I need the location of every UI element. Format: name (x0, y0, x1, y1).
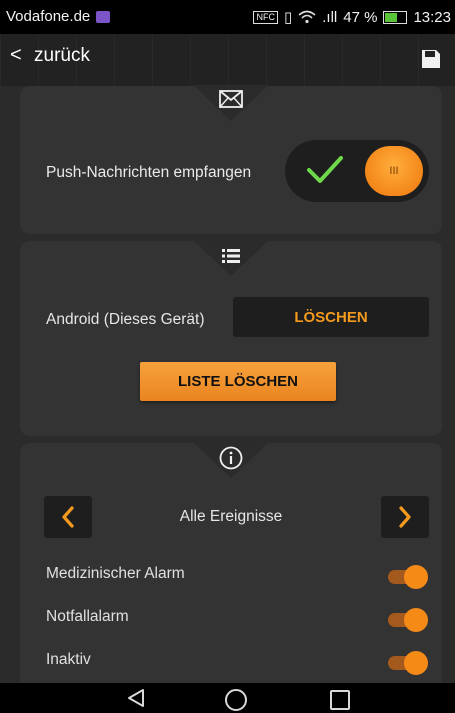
signal-icon: .ıll (322, 8, 338, 26)
event-toggle[interactable] (388, 565, 428, 589)
events-card: Alle Ereignisse Medizinischer Alarm Notf… (20, 442, 442, 683)
vibrate-icon: ▯ (283, 9, 293, 26)
status-bar: Vodafone.de NFC ▯ .ıll 47 % 13:23 (0, 0, 455, 34)
chevron-right-icon (399, 506, 411, 528)
push-card: Push-Nachrichten empfangen III (20, 85, 442, 234)
status-left: Vodafone.de (6, 8, 111, 25)
grip-icon: III (389, 165, 399, 177)
filter-label: Alle Ereignisse (179, 508, 283, 525)
envelope-icon (219, 90, 243, 108)
toggle-knob[interactable] (404, 608, 428, 632)
event-toggle[interactable] (388, 651, 428, 675)
carrier-name: Vodafone.de (6, 8, 91, 25)
notification-icon (96, 10, 111, 23)
event-row-emergency: Notfallalarm (46, 604, 428, 634)
status-right: NFC ▯ .ıll 47 % 13:23 (253, 8, 451, 26)
toggle-knob[interactable] (404, 565, 428, 589)
battery-percent: 47 % (343, 8, 378, 26)
home-circle-icon[interactable] (225, 689, 247, 711)
device-label: Android (Dieses Gerät) (46, 311, 205, 328)
recent-apps-icon[interactable] (330, 690, 350, 710)
nfc-icon: NFC (253, 10, 278, 24)
back-button[interactable]: < zurück (10, 44, 90, 67)
event-row-inactive: Inaktiv (46, 647, 428, 677)
back-triangle-icon[interactable] (127, 688, 145, 708)
info-icon (219, 446, 243, 470)
battery-icon (383, 10, 408, 24)
chevron-left-icon: < (10, 44, 22, 66)
push-toggle[interactable]: III (285, 140, 429, 202)
event-row-medical: Medizinischer Alarm (46, 561, 428, 591)
toggle-knob[interactable]: III (365, 146, 423, 196)
toggle-knob[interactable] (404, 651, 428, 675)
event-label: Medizinischer Alarm (46, 565, 185, 582)
wifi-icon (298, 10, 316, 24)
back-label: zurück (34, 44, 90, 66)
system-nav-bar (0, 683, 455, 713)
floppy-disk-icon[interactable] (421, 49, 441, 69)
event-label: Inaktiv (46, 651, 91, 668)
list-icon (222, 249, 240, 263)
checkmark-icon (307, 156, 343, 183)
next-filter-button[interactable] (381, 496, 429, 538)
device-list-card: Android (Dieses Gerät) LÖSCHEN LISTE LÖS… (20, 240, 442, 436)
event-label: Notfallalarm (46, 608, 129, 625)
event-toggle[interactable] (388, 608, 428, 632)
push-label: Push-Nachrichten empfangen (46, 164, 252, 181)
clear-list-button[interactable]: LISTE LÖSCHEN (140, 362, 336, 401)
clock: 13:23 (413, 8, 451, 26)
delete-device-button[interactable]: LÖSCHEN (233, 297, 429, 337)
top-bar: < zurück (0, 34, 455, 86)
